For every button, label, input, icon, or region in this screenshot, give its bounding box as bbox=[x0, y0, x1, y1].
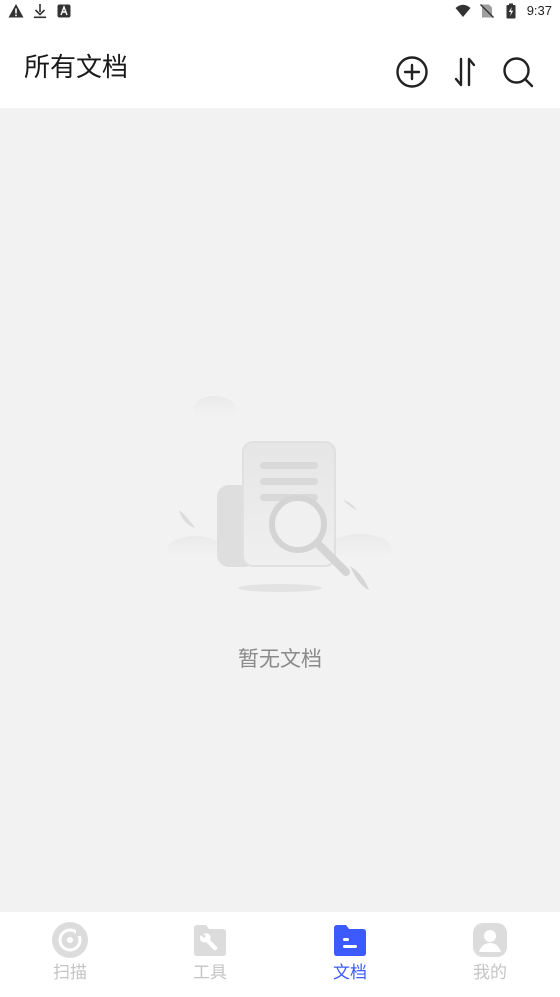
alert-icon bbox=[8, 4, 24, 18]
scan-icon bbox=[52, 922, 88, 958]
sort-button[interactable] bbox=[447, 54, 483, 90]
empty-state-message: 暂无文档 bbox=[238, 647, 322, 671]
empty-document-search-illustration bbox=[167, 396, 392, 592]
battery-charging-icon bbox=[506, 3, 516, 19]
status-bar-left bbox=[8, 3, 72, 19]
document-folder-icon bbox=[332, 922, 368, 958]
nav-item-documents[interactable]: 文档 bbox=[280, 912, 420, 997]
nav-label-scan: 扫描 bbox=[53, 963, 87, 983]
nav-item-tools[interactable]: 工具 bbox=[140, 912, 280, 997]
search-icon bbox=[503, 57, 534, 88]
nav-label-tools: 工具 bbox=[193, 963, 227, 983]
tools-icon bbox=[192, 922, 228, 958]
no-sim-icon bbox=[479, 4, 494, 18]
nav-label-profile: 我的 bbox=[473, 963, 507, 983]
page-title: 所有文档 bbox=[24, 53, 129, 83]
search-button[interactable] bbox=[500, 54, 536, 90]
screen: 9:37 所有文档 暂无文档 扫描 工具 文档 我的 bbox=[0, 0, 560, 997]
nav-item-profile[interactable]: 我的 bbox=[420, 912, 560, 997]
app-bar: 所有文档 bbox=[0, 24, 560, 108]
bottom-nav: 扫描 工具 文档 我的 bbox=[0, 912, 560, 997]
nav-item-scan[interactable]: 扫描 bbox=[0, 912, 140, 997]
status-bar: 9:37 bbox=[0, 0, 560, 24]
download-icon bbox=[34, 4, 46, 19]
status-time: 9:37 bbox=[526, 3, 552, 18]
app-notification-icon bbox=[57, 4, 71, 18]
wifi-icon bbox=[455, 4, 471, 17]
add-circle-icon bbox=[396, 56, 428, 88]
add-document-button[interactable] bbox=[394, 54, 430, 90]
nav-label-documents: 文档 bbox=[333, 963, 367, 983]
status-bar-right: 9:37 bbox=[455, 3, 552, 19]
profile-icon bbox=[472, 922, 508, 958]
sort-icon bbox=[454, 57, 476, 87]
